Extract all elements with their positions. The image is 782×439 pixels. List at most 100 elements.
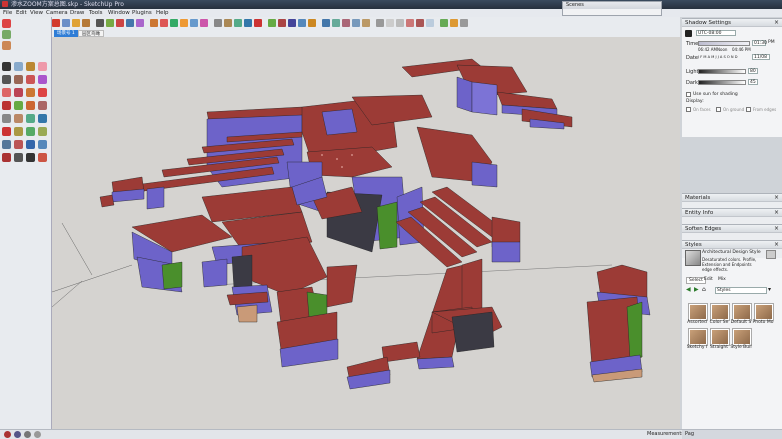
make-component-icon[interactable] [2, 19, 11, 28]
polygon-tool-icon[interactable] [136, 19, 144, 27]
push-pull-icon[interactable] [26, 88, 35, 97]
scale-icon[interactable] [26, 101, 35, 110]
zoom-extents-icon[interactable] [38, 140, 47, 149]
close-icon[interactable]: × [774, 194, 779, 202]
on-faces-checkbox[interactable] [686, 107, 691, 112]
light-slider[interactable] [698, 69, 746, 74]
top-view-icon[interactable] [332, 19, 340, 27]
style-thumbnail-color-sets[interactable] [711, 304, 729, 320]
close-icon[interactable]: × [774, 225, 779, 233]
light-input[interactable]: 80 [748, 68, 758, 74]
freehand-icon[interactable] [26, 75, 35, 84]
move-icon[interactable] [2, 101, 11, 110]
follow-me-icon[interactable] [180, 19, 188, 27]
rotate-icon[interactable] [14, 101, 23, 110]
menu-help[interactable]: Help [156, 9, 169, 17]
fog-icon[interactable] [460, 19, 468, 27]
move-tool-icon[interactable] [160, 19, 168, 27]
close-icon[interactable]: × [774, 241, 779, 249]
axes-icon[interactable] [2, 127, 11, 136]
credits-icon[interactable] [14, 431, 21, 438]
back-icon[interactable]: ◀ [686, 286, 691, 293]
get-models-icon[interactable] [2, 30, 11, 39]
scenes-tray[interactable]: Scenes [562, 1, 662, 16]
menu-view[interactable]: View [30, 9, 43, 17]
walk-icon[interactable] [26, 153, 35, 162]
style-thumbnail-assorted[interactable] [689, 304, 707, 320]
zoom-extents-icon[interactable] [308, 19, 316, 27]
tab-scene-2[interactable]: 园区鸟瞰 [78, 30, 104, 37]
home-icon[interactable]: ⌂ [702, 286, 706, 293]
chevron-down-icon[interactable]: ▾ [768, 286, 771, 293]
arc-tool-icon[interactable] [106, 19, 114, 27]
style-thumbnail-style-builder[interactable] [733, 329, 751, 345]
component-icon[interactable] [14, 62, 23, 71]
menu-draw[interactable]: Draw [70, 9, 84, 17]
tab-scene-1[interactable]: 场景号 1 [54, 30, 78, 37]
modeling-viewport[interactable] [52, 37, 680, 429]
soften-edges-header[interactable]: Soften Edges × [682, 224, 782, 233]
paint-sample-icon[interactable] [38, 127, 47, 136]
orbit-icon[interactable] [2, 140, 11, 149]
materials-header[interactable]: Materials × [682, 193, 782, 202]
pan-icon[interactable] [14, 140, 23, 149]
menu-camera[interactable]: Camera [46, 9, 68, 17]
timezone-select[interactable]: UTC-08:00 [696, 30, 736, 36]
use-sun-checkbox[interactable] [686, 92, 691, 97]
front-view-icon[interactable] [342, 19, 350, 27]
hidden-line-icon[interactable] [396, 19, 404, 27]
wireframe-icon[interactable] [386, 19, 394, 27]
eraser-icon[interactable] [38, 62, 47, 71]
rotate-tool-icon[interactable] [170, 19, 178, 27]
shaded-icon[interactable] [406, 19, 414, 27]
offset-tool-icon[interactable] [200, 19, 208, 27]
protractor-icon[interactable] [234, 19, 242, 27]
on-ground-checkbox[interactable] [716, 107, 721, 112]
entity-info-header[interactable]: Entity Info × [682, 208, 782, 217]
pan-icon[interactable] [278, 19, 286, 27]
time-slider[interactable] [698, 41, 750, 46]
close-icon[interactable]: × [774, 19, 779, 27]
make-component-icon[interactable] [62, 19, 70, 27]
polygon-icon[interactable] [14, 88, 23, 97]
scale-tool-icon[interactable] [190, 19, 198, 27]
zoom-icon[interactable] [288, 19, 296, 27]
axes-tool-icon[interactable] [254, 19, 262, 27]
close-icon[interactable]: × [774, 209, 779, 217]
select-arrow-icon[interactable] [2, 62, 11, 71]
styles-collection-select[interactable]: Styles [715, 287, 767, 294]
shaded-textures-icon[interactable] [416, 19, 424, 27]
tab-select[interactable]: Select [686, 277, 706, 284]
monochrome-icon[interactable] [426, 19, 434, 27]
tape-icon[interactable] [2, 114, 11, 123]
geo-location-icon[interactable] [4, 431, 11, 438]
protractor-icon[interactable] [26, 114, 35, 123]
date-input[interactable]: 11/08 [752, 54, 770, 60]
section-plane-icon[interactable] [440, 19, 448, 27]
menu-plugins[interactable]: Plugins [132, 9, 152, 17]
text-tool-icon[interactable] [244, 19, 252, 27]
text-icon[interactable] [38, 114, 47, 123]
push-pull-icon[interactable] [150, 19, 158, 27]
offset-icon[interactable] [38, 101, 47, 110]
circle-icon[interactable] [2, 88, 11, 97]
dimension-icon[interactable] [14, 114, 23, 123]
pencil-icon[interactable] [2, 75, 11, 84]
styles-header[interactable]: Styles × [682, 240, 782, 249]
shadow-settings-header[interactable]: Shadow Settings × [682, 18, 782, 27]
help-icon[interactable] [24, 431, 31, 438]
follow-me-icon[interactable] [38, 88, 47, 97]
dimension-icon[interactable] [224, 19, 232, 27]
rectangle-icon[interactable] [38, 75, 47, 84]
from-edges-checkbox[interactable] [746, 107, 751, 112]
xray-icon[interactable] [376, 19, 384, 27]
tape-measure-icon[interactable] [214, 19, 222, 27]
arc-icon[interactable] [14, 75, 23, 84]
menu-window[interactable]: Window [108, 9, 130, 17]
style-thumbnail-sketchy[interactable] [689, 329, 707, 345]
zoom-window-icon[interactable] [298, 19, 306, 27]
dark-slider[interactable] [698, 80, 746, 85]
tab-edit[interactable]: Edit [704, 277, 713, 282]
previous-view-icon[interactable] [38, 153, 47, 162]
menu-tools[interactable]: Tools [89, 9, 103, 17]
